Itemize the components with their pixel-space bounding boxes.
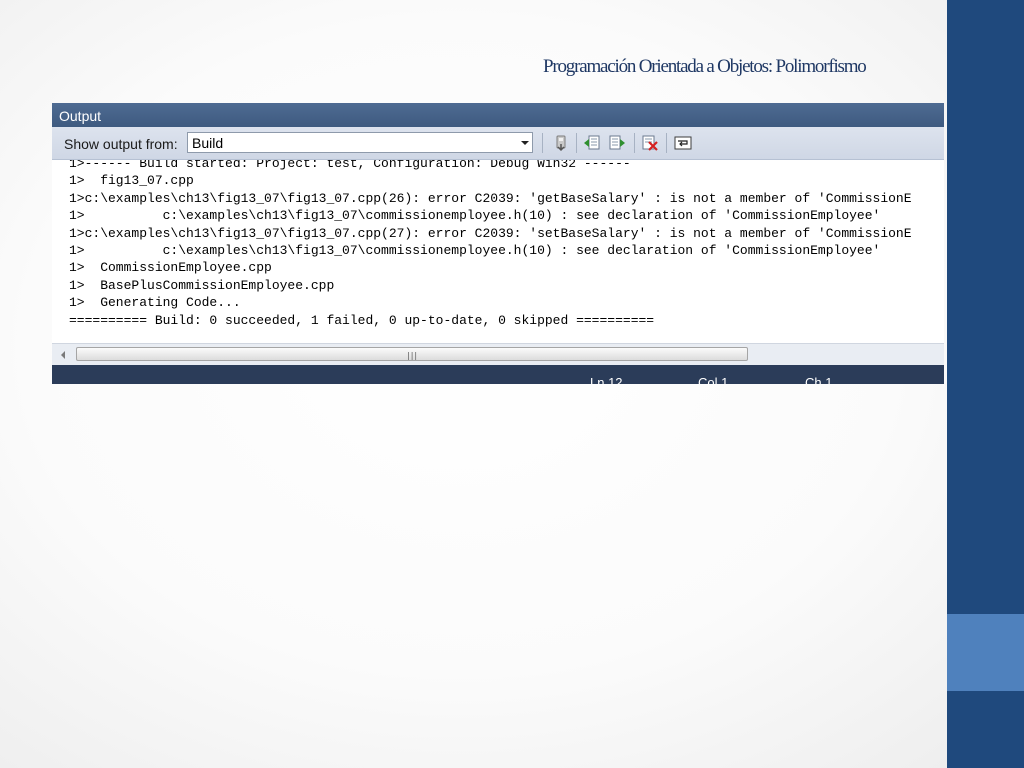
status-line: Ln 12: [590, 375, 623, 384]
grip-icon: |||: [407, 351, 419, 360]
output-line: 1>c:\examples\ch13\fig13_07\fig13_07.cpp…: [69, 225, 912, 241]
show-output-label: Show output from:: [64, 136, 178, 152]
decorative-accent: [947, 614, 1024, 691]
output-window: Output Show output from: Build 1>------ …: [52, 103, 944, 384]
toolbar-separator: [576, 133, 577, 153]
output-line: ========== Build: 0 succeeded, 1 failed,…: [69, 312, 655, 328]
toolbar-separator: [634, 133, 635, 153]
status-bar: Ln 12 Col 1 Ch 1: [52, 365, 944, 384]
scrollbar-thumb[interactable]: |||: [76, 347, 748, 361]
clear-all-icon[interactable]: [641, 134, 659, 152]
output-line: 1> c:\examples\ch13\fig13_07\commissione…: [69, 243, 881, 259]
output-line: 1> c:\examples\ch13\fig13_07\commissione…: [69, 208, 881, 224]
horizontal-scrollbar[interactable]: |||: [52, 343, 944, 365]
goto-source-icon[interactable]: [552, 134, 570, 152]
output-source-select[interactable]: Build: [187, 132, 533, 153]
output-lines: 1>------ Build started: Project: test, C…: [69, 160, 912, 329]
toggle-word-wrap-icon[interactable]: [674, 134, 692, 152]
status-char: Ch 1: [805, 375, 833, 384]
output-line: 1>c:\examples\ch13\fig13_07\fig13_07.cpp…: [69, 190, 912, 206]
output-toolbar: Show output from: Build: [52, 127, 944, 160]
output-window-title: Output: [52, 103, 944, 127]
output-line: 1> BasePlusCommissionEmployee.cpp: [69, 277, 335, 293]
find-previous-icon[interactable]: [583, 134, 601, 152]
output-text-area[interactable]: 1>------ Build started: Project: test, C…: [52, 160, 944, 343]
toolbar-separator: [542, 133, 543, 153]
output-line: 1> fig13_07.cpp: [69, 173, 194, 189]
status-column: Col 1: [698, 375, 729, 384]
output-line: 1>------ Build started: Project: test, C…: [69, 160, 631, 171]
output-line: 1> CommissionEmployee.cpp: [69, 260, 272, 276]
output-line: 1> Generating Code...: [69, 295, 241, 311]
toolbar-separator: [666, 133, 667, 153]
find-next-icon[interactable]: [608, 134, 626, 152]
output-source-value: Build: [192, 135, 224, 151]
chevron-down-icon[interactable]: [521, 141, 529, 145]
scroll-left-icon[interactable]: [61, 351, 65, 359]
slide-title: Programación Orientada a Objetos: Polimo…: [543, 56, 867, 77]
